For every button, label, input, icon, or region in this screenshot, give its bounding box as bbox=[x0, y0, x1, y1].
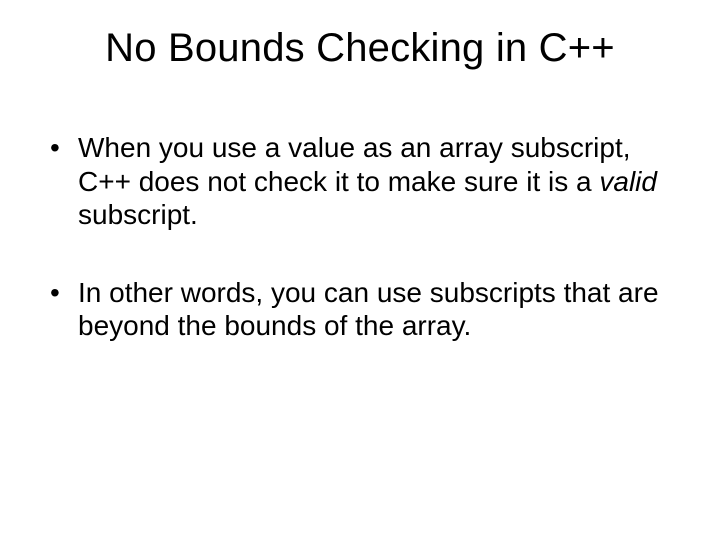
slide: No Bounds Checking in C++ When you use a… bbox=[0, 0, 720, 540]
bullet-list: When you use a value as an array subscri… bbox=[40, 131, 680, 343]
bullet-text-post: subscript. bbox=[78, 199, 198, 230]
list-item: When you use a value as an array subscri… bbox=[40, 131, 680, 232]
bullet-text-pre: When you use a value as an array subscri… bbox=[78, 132, 631, 197]
bullet-text-italic: valid bbox=[599, 166, 657, 197]
bullet-text-pre: In other words, you can use subscripts t… bbox=[78, 277, 659, 342]
list-item: In other words, you can use subscripts t… bbox=[40, 276, 680, 343]
slide-title: No Bounds Checking in C++ bbox=[40, 26, 680, 71]
